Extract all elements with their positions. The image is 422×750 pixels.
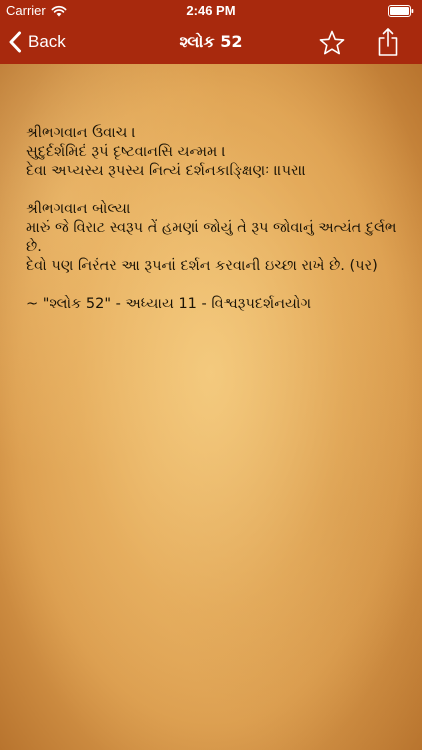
status-time: 2:46 PM [186, 3, 236, 18]
favorite-button[interactable] [318, 29, 346, 57]
status-bar: Carrier 2:46 PM [0, 0, 422, 20]
translation-speaker: શ્રીભગવાન બોલ્યા [26, 201, 131, 217]
verse-reference: ~ "શ્લોક 52" - અધ્યાય 11 - વિશ્વરૂપદર્શન… [26, 296, 312, 312]
translation-text: મારું જે વિરાટ સ્વરૂપ તેં હમણાં જોયું તે… [26, 220, 397, 274]
app-window: Carrier 2:46 PM Back શ્લોક 52 શ્રીભગવાન … [0, 0, 422, 750]
star-outline-icon [319, 30, 345, 55]
share-button[interactable] [376, 27, 400, 57]
verse-text-block: શ્રીભગવાન ઉવાચ । સુદુર્દર્શમિદં રૂપં દૃષ… [26, 124, 412, 314]
battery-full-icon [388, 5, 414, 17]
sanskrit-speaker: શ્રીભગવાન ઉવાચ । [26, 125, 136, 141]
navigation-bar: Back શ્લોક 52 [0, 20, 422, 64]
sanskrit-text: સુદુર્દર્શમિદં રૂપં દૃષ્ટવાનસિ યન્મમ । દ… [26, 144, 307, 179]
verse-content: શ્રીભગવાન ઉવાચ । સુદુર્દર્શમિદં રૂપં દૃષ… [0, 64, 422, 750]
share-icon [378, 28, 398, 56]
page-title: શ્લોક 52 [179, 32, 243, 51]
